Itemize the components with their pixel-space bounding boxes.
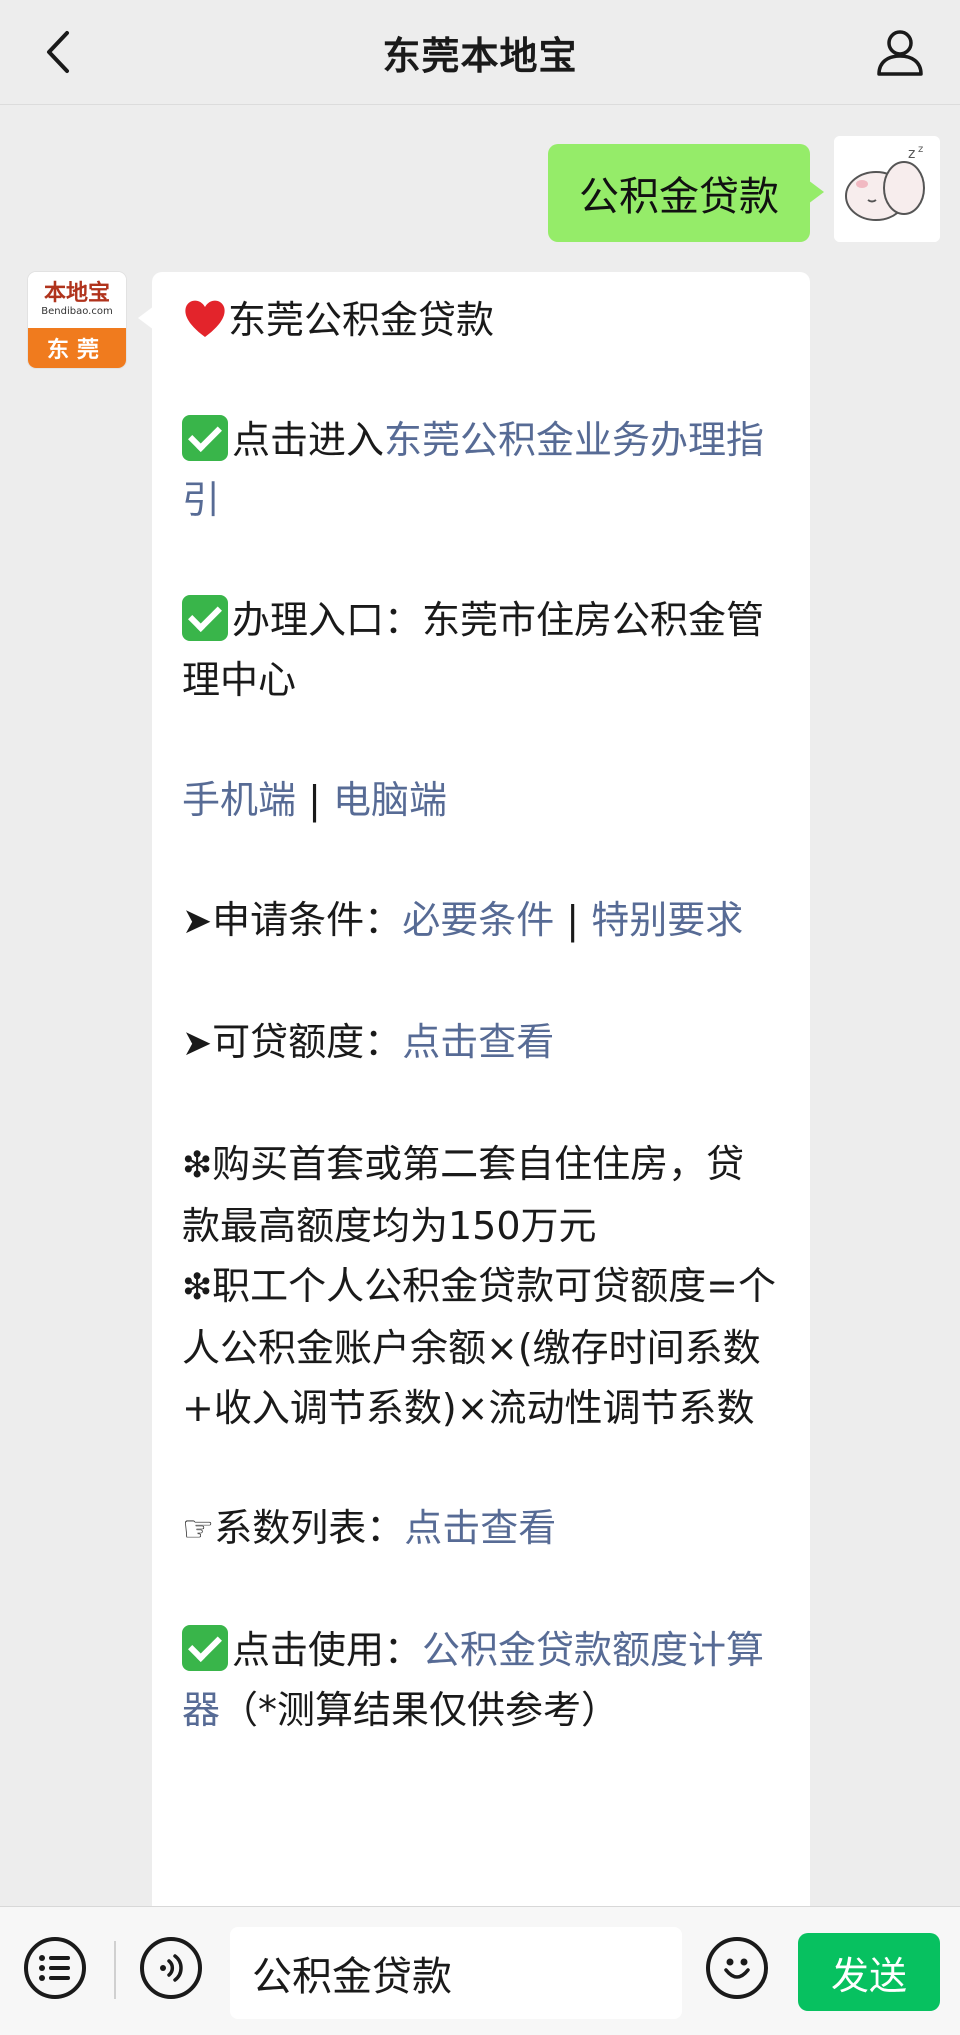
arrow-right-icon: ➤	[182, 901, 213, 942]
person-icon	[877, 30, 923, 76]
voice-icon	[160, 1954, 183, 1982]
smiley-icon	[724, 1958, 750, 1979]
user-avatar[interactable]: z z	[834, 136, 940, 242]
bot-message-bubble: 东莞公积金贷款 点击进入东莞公积金业务办理指引 办理入口：东莞市住房公积金管理中…	[138, 272, 810, 1912]
pc-link[interactable]: 电脑端	[333, 778, 447, 822]
calc-prefix: 点击使用：	[232, 1628, 423, 1672]
heart-icon	[185, 300, 225, 337]
avatar-city: 东莞	[28, 328, 126, 368]
message-input[interactable]: 公积金贷款	[230, 1927, 682, 2019]
asterisk-icon: ❇	[182, 1145, 213, 1186]
calc-suffix: （*测算结果仅供参考）	[220, 1688, 620, 1732]
official-account-avatar[interactable]: 本地宝 Bendibao.com 东莞	[28, 272, 126, 368]
calculator-line: 点击使用：公积金贷款额度计算器（*测算结果仅供参考）	[182, 1620, 782, 1740]
avatar-logo-text: 本地宝	[43, 281, 110, 306]
note-2: 职工个人公积金贷款可贷额度=个人公积金账户余额×(缴存时间系数+收入调节系数)×…	[182, 1264, 777, 1430]
quota-line: ➤可贷额度：点击查看	[182, 1012, 782, 1074]
back-button[interactable]	[28, 22, 88, 82]
svg-text:z: z	[908, 146, 915, 162]
quota-link[interactable]: 点击查看	[402, 1020, 554, 1064]
user-message-bubble[interactable]: 公积金贷款	[548, 144, 824, 242]
arrow-right-icon: ➤	[182, 1023, 213, 1064]
entry-line: 办理入口：东莞市住房公积金管理中心	[182, 590, 782, 710]
check-mark-icon	[182, 415, 228, 461]
message-title: 东莞公积金贷款	[228, 298, 495, 342]
coef-prefix: 系数列表：	[214, 1506, 405, 1550]
conditions-prefix: 申请条件：	[212, 898, 403, 942]
note-1: 购买首套或第二套自住住房，贷款最高额度均为150万元	[182, 1142, 745, 1248]
mobile-link[interactable]: 手机端	[182, 778, 296, 822]
separator: |	[308, 778, 321, 822]
toolbar-divider	[114, 1941, 116, 1999]
menu-button[interactable]	[24, 1937, 86, 1999]
top-nav-bar: 东莞本地宝	[0, 0, 960, 105]
message-title-line: 东莞公积金贷款	[182, 290, 782, 350]
coef-link[interactable]: 点击查看	[404, 1506, 556, 1550]
conditions-line: ➤申请条件：必要条件 | 特别要求	[182, 890, 782, 952]
entry-prefix: 办理入口：	[232, 598, 423, 642]
platform-line: 手机端 | 电脑端	[182, 770, 782, 830]
check-mark-icon	[182, 595, 228, 641]
voice-button[interactable]	[140, 1937, 202, 1999]
note-line-1: ❇购买首套或第二套自住住房，贷款最高额度均为150万元	[182, 1134, 782, 1256]
conditions-link-required[interactable]: 必要条件	[402, 898, 554, 942]
svg-text:z: z	[918, 144, 923, 155]
separator: |	[566, 898, 580, 942]
message-input-value: 公积金贷款	[252, 1954, 452, 2000]
quota-prefix: 可贷额度：	[212, 1020, 403, 1064]
conditions-link-special[interactable]: 特别要求	[591, 898, 743, 942]
guide-line: 点击进入东莞公积金业务办理指引	[182, 410, 782, 530]
chevron-left-icon	[47, 31, 69, 73]
guide-prefix: 点击进入	[232, 418, 385, 462]
coefficient-line: ☞系数列表：点击查看	[182, 1498, 782, 1560]
user-message-text: 公积金贷款	[579, 174, 779, 220]
sleeping-rabbit-avatar-icon: z z	[834, 136, 940, 242]
send-button[interactable]: 发送	[798, 1933, 940, 2011]
profile-button[interactable]	[868, 20, 932, 84]
avatar-logo-sub: Bendibao.com	[41, 306, 113, 317]
pointing-hand-icon: ☞	[182, 1509, 215, 1550]
list-icon	[39, 1955, 70, 1981]
check-mark-icon	[182, 1625, 228, 1671]
page-title: 东莞本地宝	[382, 33, 578, 78]
emoji-button[interactable]	[706, 1937, 768, 1999]
input-toolbar: 公积金贷款 发送	[0, 1906, 960, 2035]
asterisk-icon: ❇	[182, 1267, 213, 1308]
note-line-2: ❇职工个人公积金贷款可贷额度=个人公积金账户余额×(缴存时间系数+收入调节系数)…	[182, 1256, 782, 1438]
